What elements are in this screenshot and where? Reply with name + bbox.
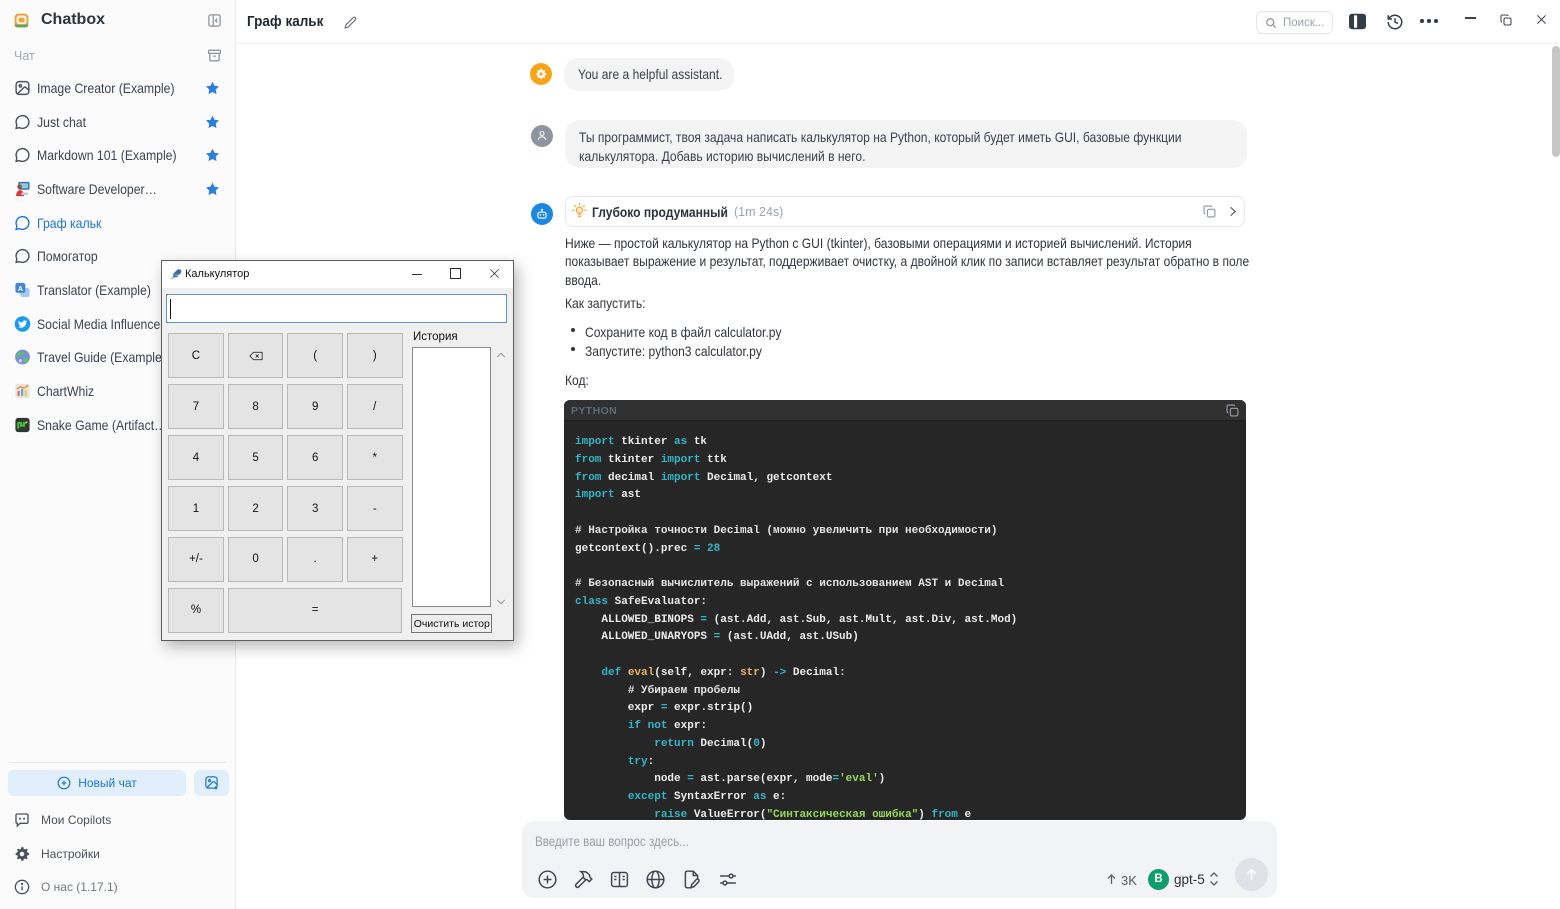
svg-text:A: A (18, 285, 23, 293)
